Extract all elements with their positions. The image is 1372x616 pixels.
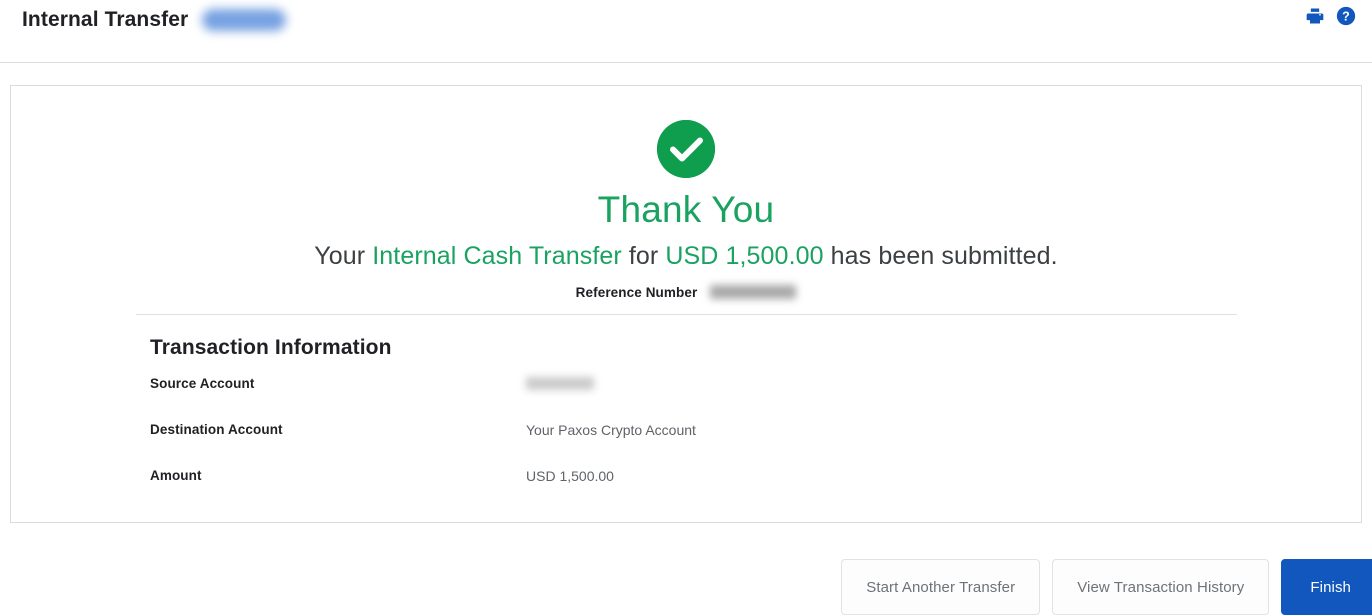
page-header: Internal Transfer ? (0, 0, 1372, 63)
source-account-label: Source Account (150, 376, 255, 391)
message-amount: USD 1,500.00 (665, 242, 824, 270)
reference-number-value-redacted (710, 285, 797, 299)
message-middle: for (621, 242, 666, 270)
destination-account-value: Your Paxos Crypto Account (526, 422, 696, 438)
message-prefix: Your (314, 242, 373, 270)
help-icon[interactable]: ? (1336, 6, 1356, 26)
print-icon[interactable] (1305, 6, 1325, 26)
check-circle-icon (657, 120, 715, 178)
destination-account-label: Destination Account (150, 422, 283, 437)
source-account-value-redacted (526, 377, 594, 390)
thank-you-heading: Thank You (597, 189, 775, 230)
header-icon-group: ? (1305, 6, 1356, 26)
footer-actions: Start Another Transfer View Transaction … (0, 559, 1372, 615)
table-row: Source Account (150, 376, 1361, 422)
redacted-account-badge (202, 9, 287, 31)
amount-label: Amount (150, 468, 202, 483)
svg-text:?: ? (1342, 10, 1350, 24)
amount-value: USD 1,500.00 (526, 468, 614, 484)
reference-number-label: Reference Number (575, 284, 698, 300)
transaction-information-title: Transaction Information (150, 336, 392, 359)
finish-button[interactable]: Finish (1281, 559, 1372, 615)
view-transaction-history-button[interactable]: View Transaction History (1052, 559, 1270, 615)
table-row: Destination Account Your Paxos Crypto Ac… (150, 422, 1361, 468)
success-block: Thank You Your Internal Cash Transfer fo… (11, 86, 1361, 301)
confirmation-card: Thank You Your Internal Cash Transfer fo… (10, 85, 1362, 523)
table-row: Amount USD 1,500.00 (150, 468, 1361, 514)
page-title-group: Internal Transfer (22, 6, 287, 34)
page-title: Internal Transfer (22, 8, 189, 31)
reference-number-row: Reference Number (11, 283, 1361, 301)
message-suffix: has been submitted. (823, 242, 1058, 270)
transaction-information-section: Transaction Information Source Account D… (11, 315, 1361, 514)
start-another-transfer-button[interactable]: Start Another Transfer (841, 559, 1041, 615)
message-transfer-type: Internal Cash Transfer (372, 242, 622, 270)
submission-message: Your Internal Cash Transfer for USD 1,50… (11, 240, 1361, 272)
